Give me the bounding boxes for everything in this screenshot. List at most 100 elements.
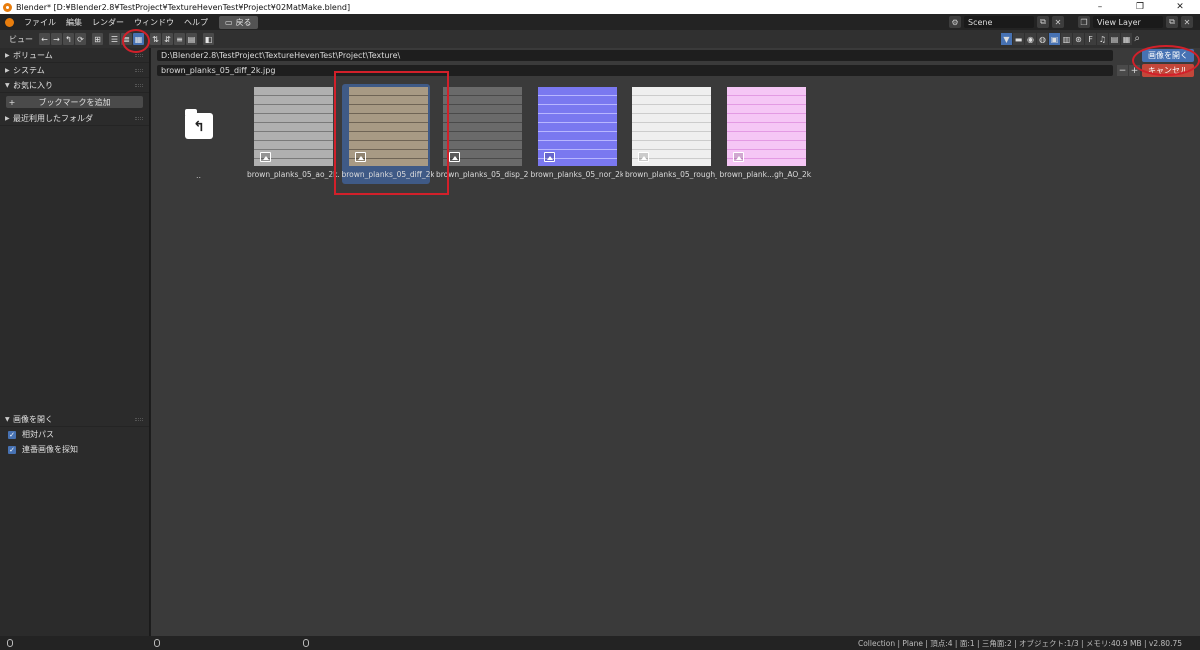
file-thumbnail-item[interactable]: brown_plank...gh_AO_2k.jpg	[720, 84, 812, 184]
panel-favorites[interactable]: ▼ お気に入り	[0, 78, 149, 93]
panel-system[interactable]: ▶ システム	[0, 63, 149, 78]
mouse-left-icon	[7, 639, 13, 647]
image-type-icon	[638, 152, 649, 162]
forward-arrow-icon[interactable]: →	[51, 33, 62, 45]
window-controls: – ❐ ✕	[1080, 0, 1200, 14]
close-button[interactable]: ✕	[1160, 0, 1200, 14]
status-info: Collection | Plane | 頂点:4 | 面:1 | 三角面:2 …	[857, 638, 1182, 648]
menu-file[interactable]: ファイル	[19, 17, 61, 28]
directory-path-field[interactable]: D:\Blender2.8\TestProject\TextureHevenTe…	[157, 50, 1113, 61]
detect-sequence-option[interactable]: ✓ 連番画像を探知	[0, 442, 149, 457]
sort-time-icon[interactable]: ≡	[174, 33, 185, 45]
panel-recent[interactable]: ▶ 最近利用したフォルダ	[0, 111, 149, 126]
image-icon[interactable]: ▣	[1049, 33, 1060, 45]
plus-icon: +	[8, 97, 16, 107]
file-name-label: brown_planks_05_disp_2k...	[436, 170, 528, 179]
panel-grip-icon[interactable]	[135, 418, 143, 421]
menu-window[interactable]: ウィンドウ	[129, 17, 179, 28]
view-layer-browse-icon[interactable]: ❐	[1078, 16, 1090, 28]
script-icon[interactable]: ⊛	[1073, 33, 1084, 45]
sort-ext-icon[interactable]: ⇵	[162, 33, 173, 45]
status-bar: Collection | Plane | 頂点:4 | 面:1 | 三角面:2 …	[0, 636, 1200, 650]
panel-grip-icon[interactable]	[135, 117, 143, 120]
image-preview	[537, 87, 617, 166]
expand-triangle-icon: ▶	[5, 66, 10, 74]
expand-triangle-icon: ▶	[5, 51, 10, 59]
checkbox-checked-icon[interactable]: ✓	[8, 445, 16, 454]
sort-alpha-icon[interactable]: ⇅	[150, 33, 161, 45]
window-title: Blender* [D:¥Blender2.8¥TestProject¥Text…	[16, 2, 351, 12]
blender-menu-icon[interactable]	[5, 17, 14, 27]
panel-grip-icon[interactable]	[135, 69, 143, 72]
view-layer-field[interactable]: View Layer	[1093, 16, 1163, 28]
parent-directory-item[interactable]: ↰ ..	[181, 109, 221, 183]
new-scene-icon[interactable]: ⧉	[1037, 16, 1049, 28]
hide-dot-files-icon[interactable]: ◧	[203, 33, 214, 45]
image-preview	[443, 87, 522, 166]
detect-sequence-label: 連番画像を探知	[22, 445, 78, 454]
back-button[interactable]: ▭ 戻る	[219, 15, 258, 29]
panel-open-image[interactable]: ▼ 画像を開く	[0, 412, 149, 427]
file-browser-toolbar: ビュー ← → ↰ ⟳ ⊞ ☰ ≣ ▦ ⇅ ⇵ ≡ ▤ ◧ ▼ ▬ ◉ ◍ ▣ …	[0, 30, 1200, 48]
short-list-icon[interactable]: ☰	[109, 33, 120, 45]
folder-icon[interactable]: ▬	[1013, 33, 1024, 45]
top-menubar: ファイル 編集 レンダー ウィンドウ ヘルプ ▭ 戻る ⚙ Scene ⧉ ✕ …	[0, 14, 1200, 30]
search-icon[interactable]: ⌕	[1134, 33, 1140, 44]
new-folder-icon[interactable]: ⊞	[92, 33, 103, 45]
menu-render[interactable]: レンダー	[87, 17, 129, 28]
window-titlebar: Blender* [D:¥Blender2.8¥TestProject¥Text…	[0, 0, 1200, 14]
funnel-icon[interactable]: ▼	[1001, 33, 1012, 45]
scene-field[interactable]: Scene	[964, 16, 1034, 28]
image-type-icon	[732, 152, 744, 162]
monitor-icon: ▭	[225, 17, 233, 27]
movie-icon[interactable]: ▥	[1061, 33, 1072, 45]
file-name-label: brown_planks_05_rough_2...	[625, 170, 717, 179]
panel-grip-icon[interactable]	[135, 84, 143, 87]
parent-directory-label: ..	[196, 171, 202, 180]
image-preview	[254, 87, 333, 166]
highlight-box	[334, 71, 449, 195]
file-thumbnail-item[interactable]: brown_planks_05_nor_2k.j...	[531, 84, 623, 184]
file-browser-main: D:\Blender2.8\TestProject\TextureHevenTe…	[151, 45, 1200, 636]
file-thumbnail-item[interactable]: brown_planks_05_disp_2k...	[436, 84, 528, 184]
decrement-button[interactable]: −	[1117, 65, 1128, 76]
image-preview	[726, 87, 806, 166]
panel-system-label: システム	[13, 65, 45, 75]
font-icon[interactable]: F	[1085, 33, 1096, 45]
menu-help[interactable]: ヘルプ	[179, 17, 213, 28]
highlight-circle-open-button	[1132, 45, 1200, 76]
sort-size-icon[interactable]: ▤	[186, 33, 197, 45]
file-thumbnail-item[interactable]: brown_planks_05_rough_2...	[625, 84, 717, 184]
highlight-circle-thumbnail-mode	[122, 29, 150, 53]
panel-grip-icon[interactable]	[135, 54, 143, 57]
collapse-triangle-icon: ▼	[5, 415, 10, 423]
file-name-label: brown_plank...gh_AO_2k.jpg	[719, 170, 812, 179]
panel-recent-label: 最近利用したフォルダ	[13, 113, 93, 123]
minimize-button[interactable]: –	[1080, 0, 1120, 14]
new-view-layer-icon[interactable]: ⧉	[1166, 16, 1178, 28]
sidebar: ▶ ボリューム ▶ システム ▼ お気に入り + ブックマークを追加 ▶ 最近利…	[0, 48, 150, 636]
image-type-icon	[260, 152, 271, 162]
filename-field[interactable]: brown_planks_05_diff_2k.jpg	[157, 65, 1113, 76]
menu-edit[interactable]: 編集	[61, 17, 87, 28]
delete-scene-icon[interactable]: ✕	[1052, 16, 1064, 28]
collapse-triangle-icon: ▼	[5, 81, 10, 89]
backup-icon[interactable]: ◍	[1037, 33, 1048, 45]
back-arrow-icon[interactable]: ←	[39, 33, 50, 45]
text-icon[interactable]: ▤	[1109, 33, 1120, 45]
refresh-icon[interactable]: ⟳	[75, 33, 86, 45]
volume-icon[interactable]: ▦	[1121, 33, 1132, 45]
parent-dir-icon[interactable]: ↰	[63, 33, 74, 45]
file-thumbnail-item[interactable]: brown_planks_05_ao_2k.jpg	[247, 84, 339, 184]
view-menu[interactable]: ビュー	[0, 34, 39, 45]
scene-selector-area: ⚙ Scene ⧉ ✕ ❐ View Layer ⧉ ✕	[949, 14, 1200, 30]
maximize-button[interactable]: ❐	[1120, 0, 1160, 14]
relative-path-option[interactable]: ✓ 相対パス	[0, 427, 149, 442]
blend-icon[interactable]: ◉	[1025, 33, 1036, 45]
delete-view-layer-icon[interactable]: ✕	[1181, 16, 1193, 28]
sound-icon[interactable]: ♫	[1097, 33, 1108, 45]
checkbox-checked-icon[interactable]: ✓	[8, 430, 16, 439]
add-bookmark-button[interactable]: + ブックマークを追加	[6, 96, 143, 108]
panel-favorites-label: お気に入り	[13, 80, 53, 90]
scene-browse-icon[interactable]: ⚙	[949, 16, 961, 28]
